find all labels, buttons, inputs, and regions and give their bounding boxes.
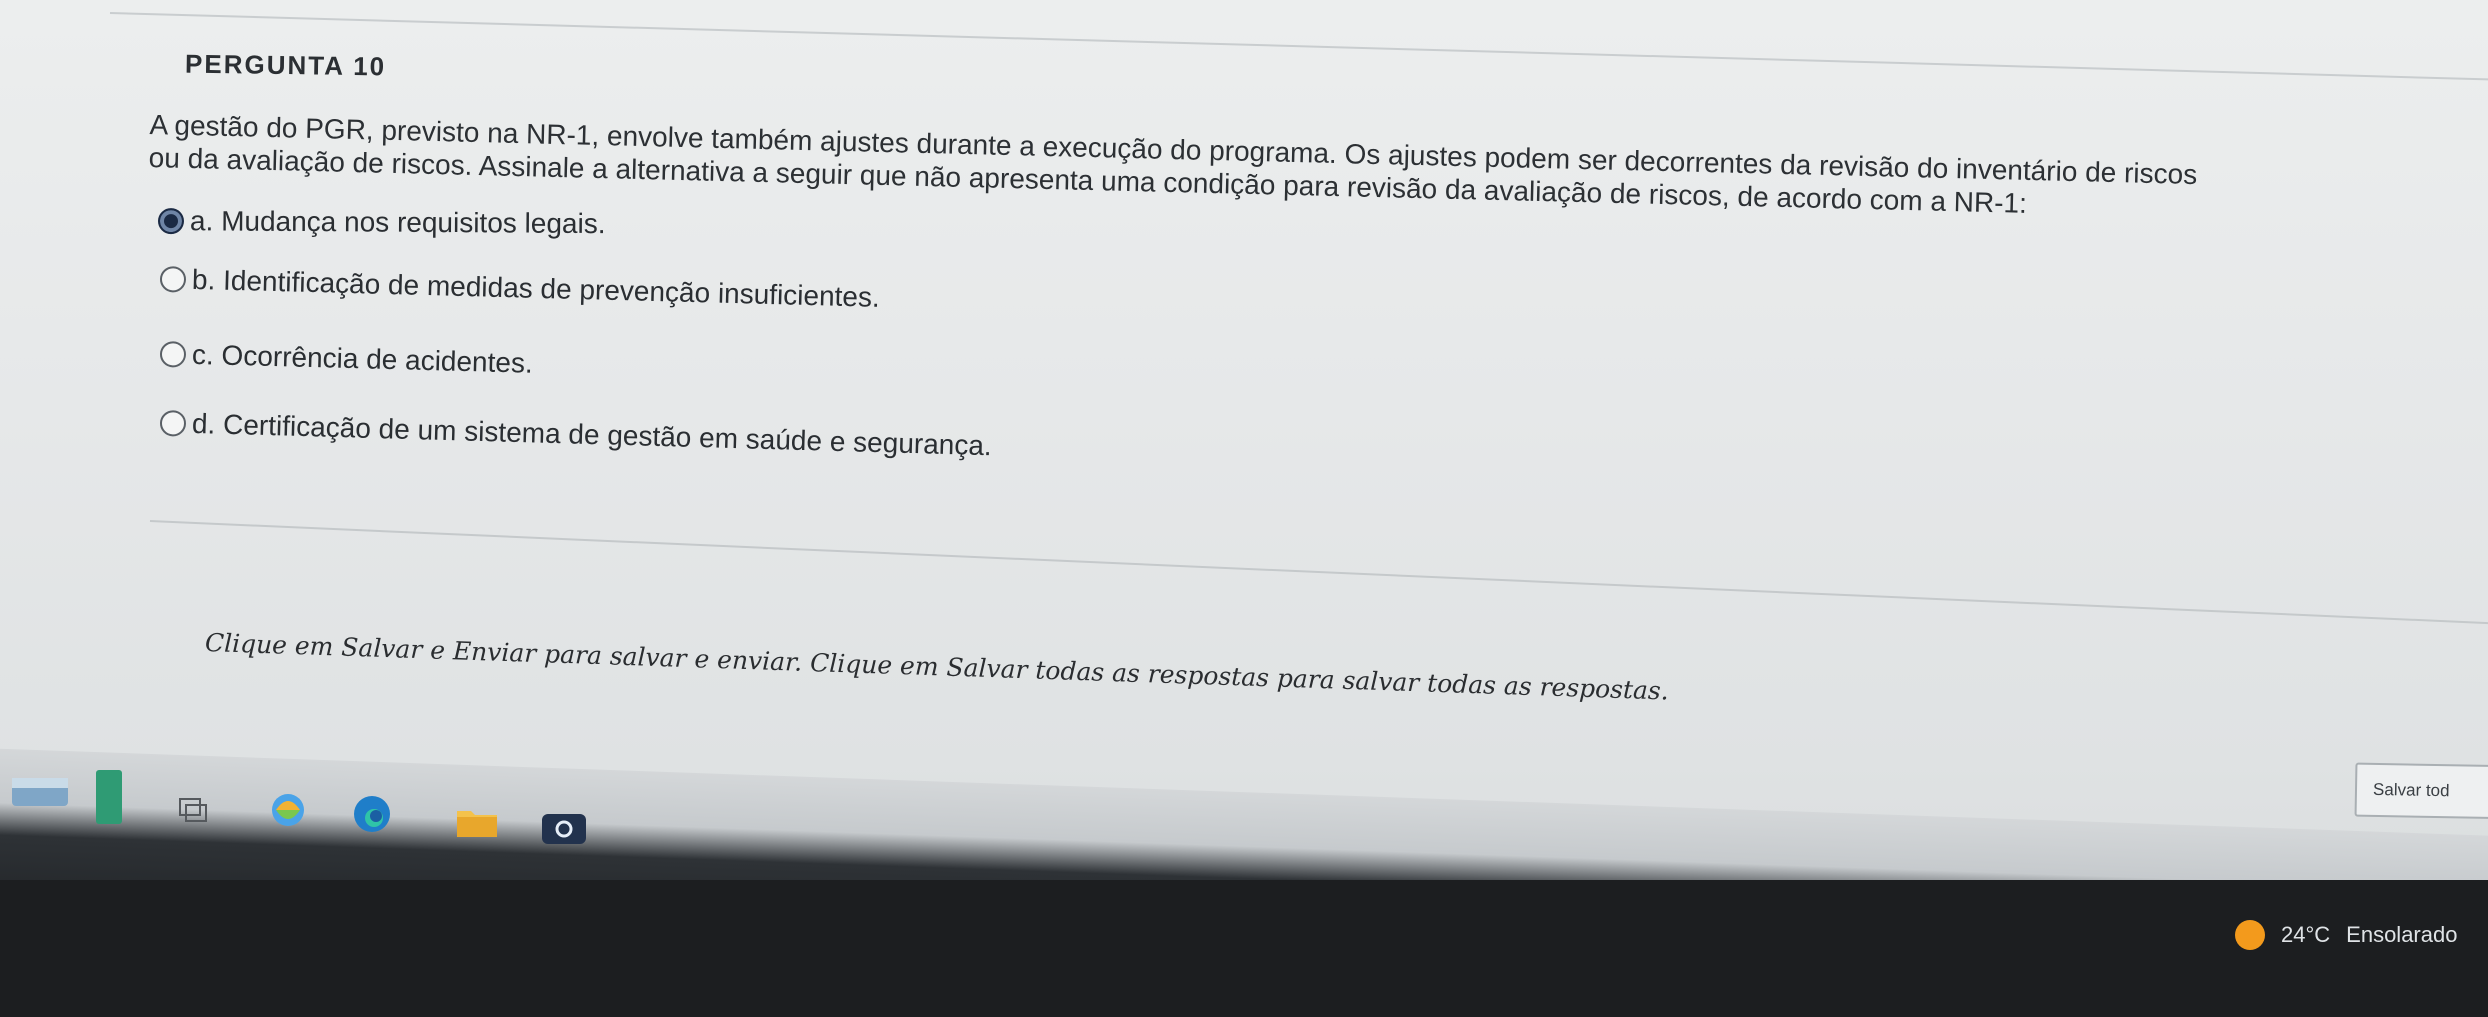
weather-condition: Ensolarado [2346, 922, 2458, 947]
task-view-icon[interactable] [178, 795, 208, 830]
option-b-label: b. Identificação de medidas de prevenção… [191, 263, 881, 313]
option-c-label: c. Ocorrência de acidentes. [191, 338, 534, 379]
save-all-button[interactable]: Salvar tod [2354, 762, 2488, 820]
screen: PERGUNTA 10 A gestão do PGR, previsto na… [0, 0, 2488, 1017]
edge-icon[interactable] [350, 792, 394, 841]
widgets-icon[interactable] [10, 772, 80, 817]
weather-temperature: 24°C [2281, 922, 2331, 947]
option-b[interactable]: b. Identificação de medidas de prevenção… [159, 263, 881, 314]
option-d[interactable]: d. Certificação de um sistema de gestão … [159, 407, 993, 462]
folder-icon[interactable] [455, 805, 499, 844]
option-a-label: a. Mudança nos requisitos legais. [189, 205, 606, 240]
question-title: PERGUNTA 10 [184, 48, 387, 82]
sun-icon [2235, 920, 2265, 950]
instructions: Clique em Salvar e Enviar para salvar e … [204, 628, 1670, 706]
radio-a[interactable] [157, 208, 185, 235]
divider [109, 12, 2488, 82]
app-icon[interactable] [92, 768, 128, 833]
divider [149, 520, 2488, 627]
option-a[interactable]: a. Mudança nos requisitos legais. [157, 205, 606, 240]
weather-widget[interactable]: 24°C Ensolarado [2235, 920, 2457, 950]
desk-area [0, 880, 2488, 1017]
app-o-icon[interactable] [540, 812, 590, 853]
copilot-icon[interactable] [268, 790, 308, 835]
radio-b[interactable] [159, 266, 187, 293]
option-d-label: d. Certificação de um sistema de gestão … [191, 407, 993, 462]
radio-c[interactable] [159, 341, 187, 368]
radio-d[interactable] [159, 410, 187, 437]
option-c[interactable]: c. Ocorrência de acidentes. [159, 338, 534, 380]
